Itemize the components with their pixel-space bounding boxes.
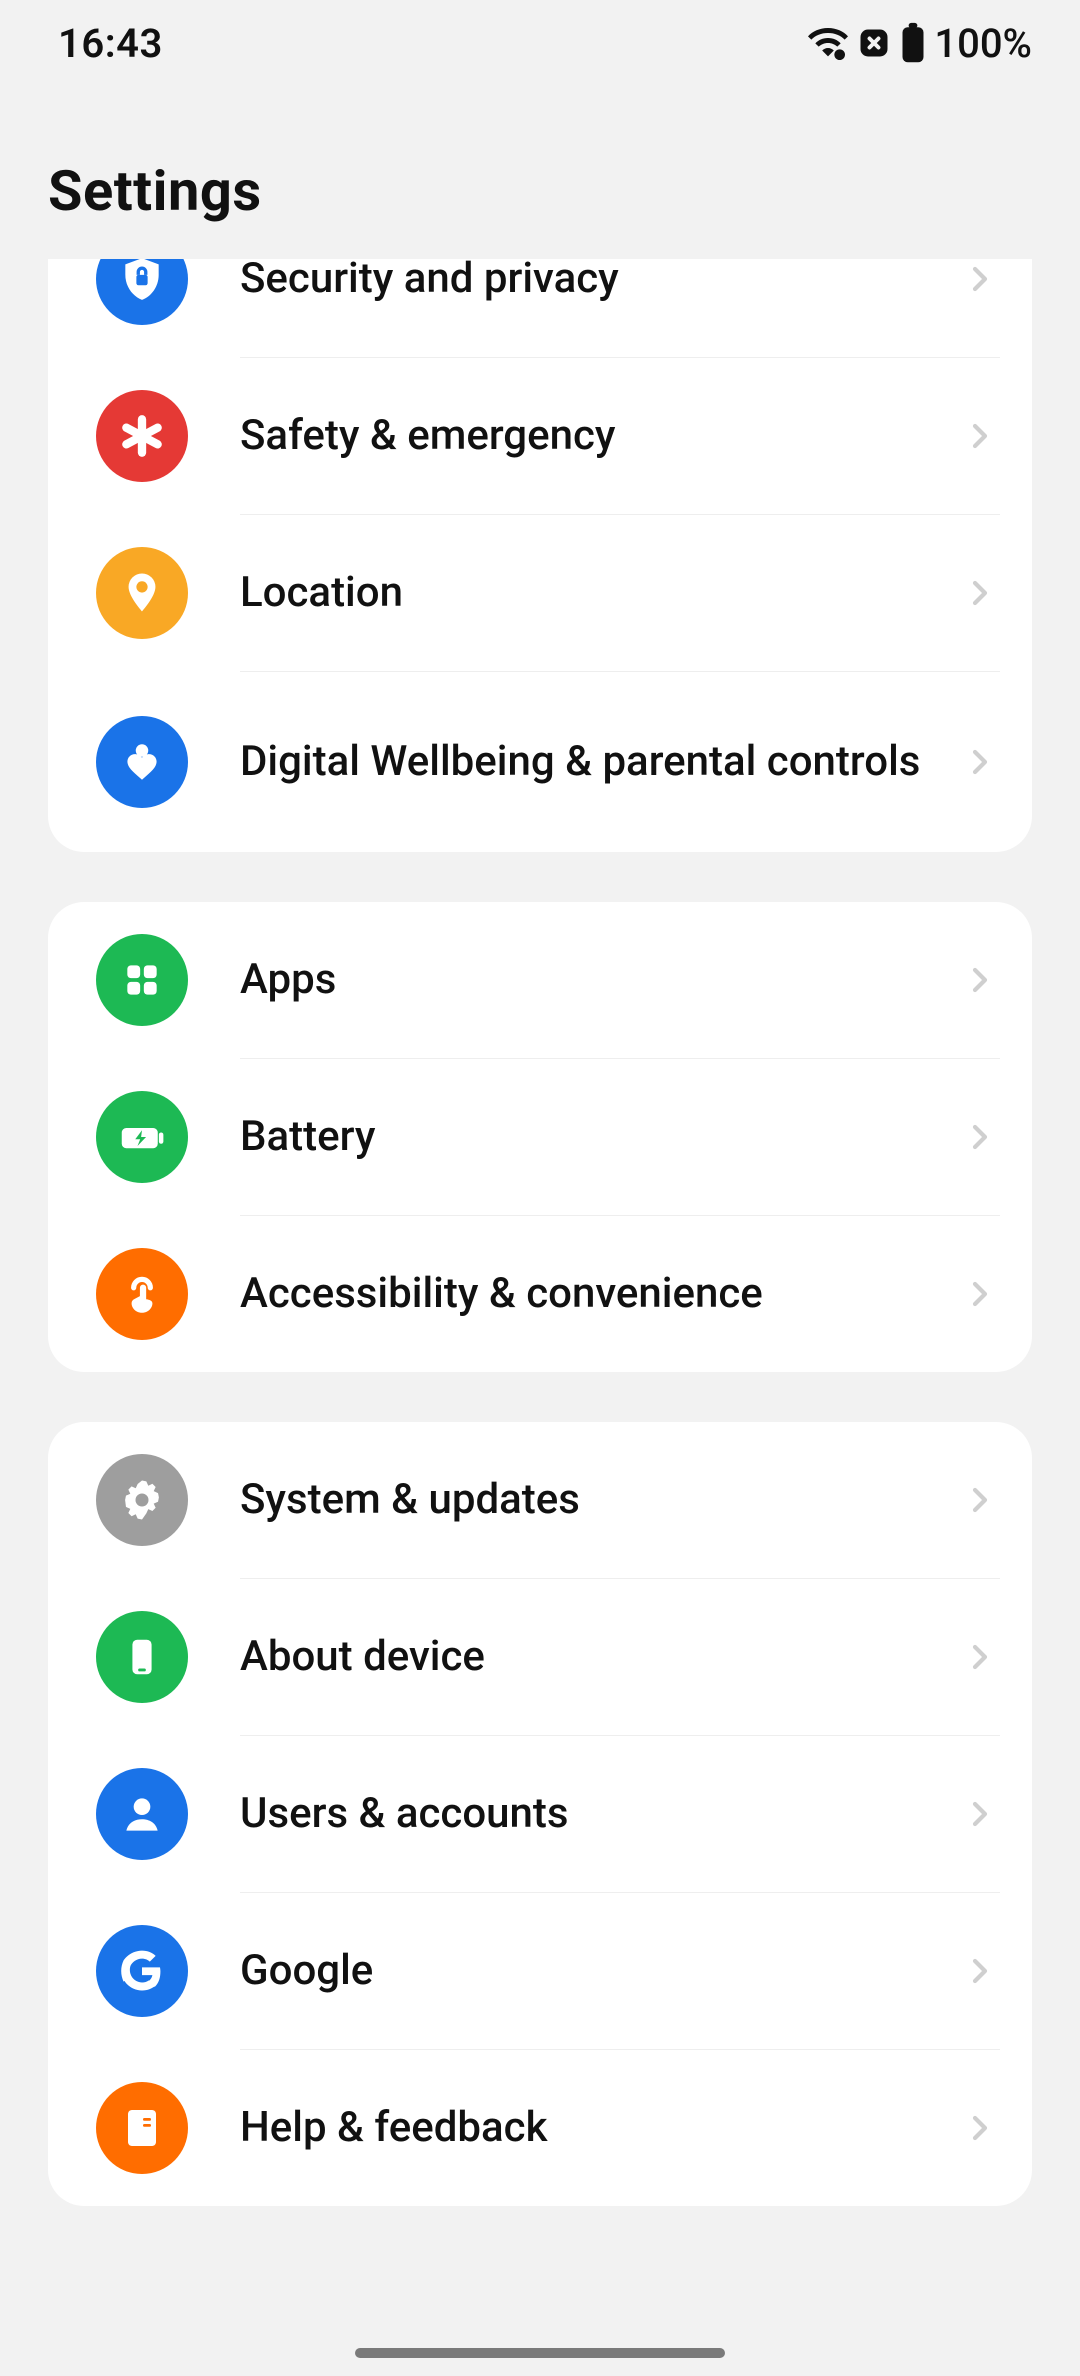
page-header: Settings [0, 86, 1080, 259]
chevron-right-icon [960, 1637, 1000, 1677]
apps-grid-icon [96, 934, 188, 1026]
chevron-right-icon [960, 416, 1000, 456]
wifi-icon [808, 23, 848, 63]
settings-row-label: Users & accounts [188, 1787, 960, 1842]
settings-group: System & updates About device Users & ac… [48, 1422, 1032, 2206]
status-bar: 16:43 100% [0, 0, 1080, 86]
chevron-right-icon [960, 742, 1000, 782]
settings-row-label: About device [188, 1630, 960, 1685]
settings-row-label: Digital Wellbeing & parental controls [188, 735, 960, 790]
location-pin-icon [96, 547, 188, 639]
settings-row-apps[interactable]: Apps [48, 902, 1032, 1058]
settings-row-label: Safety & emergency [188, 409, 960, 464]
settings-group: Apps Battery Accessibility & convenience [48, 902, 1032, 1372]
phone-icon [96, 1611, 188, 1703]
settings-row-users[interactable]: Users & accounts [48, 1736, 1032, 1892]
chevron-right-icon [960, 1117, 1000, 1157]
settings-row-label: Accessibility & convenience [188, 1267, 960, 1322]
settings-row-label: Location [188, 566, 960, 621]
settings-row-label: Google [188, 1944, 960, 1999]
settings-row-system[interactable]: System & updates [48, 1422, 1032, 1578]
settings-row-security[interactable]: Security and privacy [48, 259, 1032, 357]
touch-icon [96, 1248, 188, 1340]
settings-screen: 16:43 100% Settings [0, 0, 1080, 2376]
settings-row-label: Security and privacy [188, 259, 960, 306]
chevron-right-icon [960, 2108, 1000, 2148]
chevron-right-icon [960, 1794, 1000, 1834]
settings-row-battery[interactable]: Battery [48, 1059, 1032, 1215]
chevron-right-icon [960, 259, 1000, 299]
chevron-right-icon [960, 1480, 1000, 1520]
settings-row-help[interactable]: Help & feedback [48, 2050, 1032, 2206]
settings-row-accessibility[interactable]: Accessibility & convenience [48, 1216, 1032, 1372]
chevron-right-icon [960, 1951, 1000, 1991]
settings-row-label: System & updates [188, 1473, 960, 1528]
chevron-right-icon [960, 573, 1000, 613]
battery-icon [900, 22, 926, 64]
settings-row-location[interactable]: Location [48, 515, 1032, 671]
chevron-right-icon [960, 960, 1000, 1000]
settings-row-label: Battery [188, 1110, 960, 1165]
gear-icon [96, 1454, 188, 1546]
status-icons: 100% [808, 20, 1032, 67]
help-book-icon [96, 2082, 188, 2174]
chevron-right-icon [960, 1274, 1000, 1314]
status-time: 16:43 [58, 20, 163, 67]
settings-list[interactable]: Security and privacy Safety & emergency [0, 259, 1080, 2206]
page-title: Settings [48, 158, 1032, 224]
settings-row-label: Help & feedback [188, 2101, 960, 2156]
no-sim-icon [856, 25, 892, 61]
settings-row-about[interactable]: About device [48, 1579, 1032, 1735]
person-icon [96, 1768, 188, 1860]
shield-lock-icon [96, 259, 188, 325]
google-icon [96, 1925, 188, 2017]
settings-group: Security and privacy Safety & emergency [48, 259, 1032, 852]
home-indicator[interactable] [355, 2348, 725, 2358]
settings-row-safety[interactable]: Safety & emergency [48, 358, 1032, 514]
settings-row-label: Apps [188, 953, 960, 1008]
battery-charging-icon [96, 1091, 188, 1183]
settings-row-google[interactable]: Google [48, 1893, 1032, 2049]
settings-row-wellbeing[interactable]: Digital Wellbeing & parental controls [48, 672, 1032, 852]
heart-person-icon [96, 716, 188, 808]
asterisk-icon [96, 390, 188, 482]
battery-percentage: 100% [934, 20, 1032, 67]
